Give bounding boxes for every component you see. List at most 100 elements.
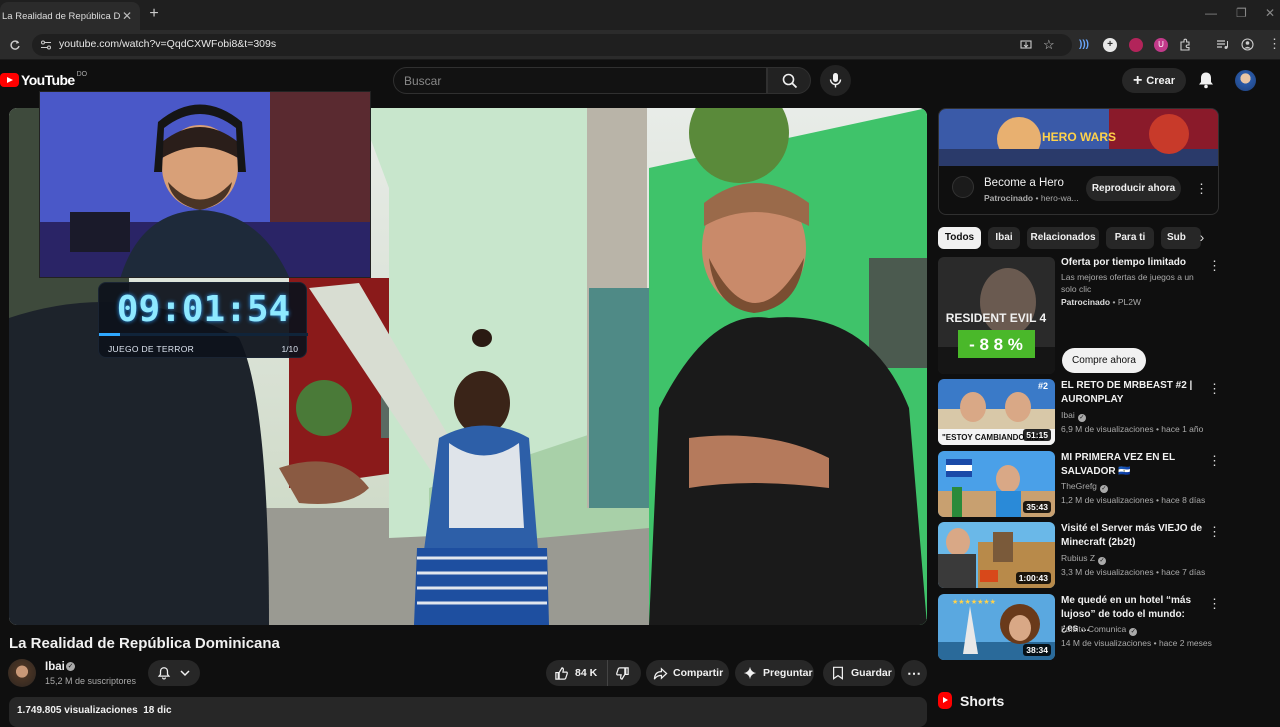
promo-sponsored-label: Patrocinado [1061,297,1111,307]
share-icon [653,666,668,680]
verified-icon: ✓ [66,662,75,671]
verified-icon: ✓ [1099,485,1108,493]
extensions-puzzle-icon[interactable] [1179,38,1192,51]
video-thumbnail[interactable]: ★★★★★★★ 38:34 [938,594,1055,660]
video-title-1[interactable]: EL RETO DE MRBEAST #2 | AURONPLAY [1061,379,1204,407]
like-count: 84 K [575,667,598,679]
browser-tab-bar: La Realidad de República Domi ✕ + — ❐ ✕ [0,0,1280,30]
minimize-icon[interactable]: — [1205,6,1217,20]
subscription-notifications-button[interactable] [148,660,200,686]
video-meta-3: 3,3 M de visualizaciones • hace 7 días [1061,567,1206,577]
video-channel-name[interactable]: TheGrefg [1061,481,1097,491]
bookmark-icon [833,666,843,680]
verified-icon: ✓ [1129,628,1138,636]
dislike-button[interactable] [608,660,630,686]
video-thumbnail[interactable]: 35:43 [938,451,1055,517]
search-input[interactable]: Buscar [393,67,767,94]
like-dislike-group: 84 K [546,660,641,686]
url-field[interactable]: youtube.com/watch?v=QqdCXWFobi8&t=309s ☆ [32,34,1072,56]
description-box[interactable]: 1.749.805 visualizaciones 18 dic [9,697,927,727]
video-menu-icon[interactable]: ⋮ [1208,382,1221,395]
extension-shield-icon[interactable]: U [1154,38,1168,52]
channel-name[interactable]: Ibai [45,661,65,673]
account-avatar[interactable] [1235,70,1256,91]
webcam-overlay [39,91,371,278]
promo-thumbnail[interactable]: RESIDENT EVIL 4 - 8 8 % [938,257,1055,374]
video-thumb-badge: #2 [1038,381,1048,391]
ad-card[interactable]: HERO WARS Become a Hero Patrocinado • he… [938,108,1219,215]
stars-decoration: ★★★★★★★ [952,598,996,606]
bookmark-star-icon[interactable]: ☆ [1043,37,1055,53]
search-button[interactable] [767,67,811,94]
subscriber-count: 15,2 M de suscriptores [45,676,137,686]
video-duration: 35:43 [1023,501,1051,513]
video-meta-1: 6,9 M de visualizaciones • hace 1 año [1061,424,1204,434]
promo-title[interactable]: Oferta por tiempo limitado [1061,256,1204,270]
video-channel-name[interactable]: Luisito Comunica [1061,624,1126,634]
tab-title: La Realidad de República Domi [2,10,120,22]
extension-plus-icon[interactable]: + [1103,38,1117,52]
promo-menu-icon[interactable]: ⋮ [1208,259,1221,272]
video-channel-name[interactable]: Rubius Z [1061,553,1095,563]
ad-sponsored-label: Patrocinado [984,193,1034,203]
promo-cta-button[interactable]: Compre ahora [1062,348,1146,373]
chip-ibai[interactable]: Ibai [988,227,1020,249]
video-duration: 51:15 [1023,429,1051,441]
save-button[interactable]: Guardar [823,660,895,686]
create-button[interactable]: + Crear [1122,68,1186,93]
profile-icon[interactable] [1241,38,1254,51]
chip-all[interactable]: Todos [938,227,981,249]
video-title-2[interactable]: MI PRIMERA VEZ EN EL SALVADOR 🇸🇻 [1061,451,1204,479]
video-channel-1: Ibai ✓ [1061,410,1086,422]
promo-description: Las mejores ofertas de juegos a un solo … [1061,272,1194,294]
voice-search-button[interactable] [820,65,851,96]
bell-icon [157,667,171,680]
ad-cta-button[interactable]: Reproducir ahora [1086,176,1181,201]
browser-tab[interactable]: La Realidad de República Domi ✕ [0,2,140,30]
video-meta-2: 1,2 M de visualizaciones • hace 8 días [1061,495,1206,505]
video-thumbnail[interactable]: "ESTOY CAMBIANDO MUC #2 51:15 [938,379,1055,445]
extension-red-icon[interactable] [1129,38,1143,52]
install-app-icon[interactable] [1020,39,1032,51]
site-info-icon[interactable] [40,39,52,51]
timer-progress-bar [99,333,308,336]
like-button[interactable]: 84 K [546,660,608,686]
ad-title: Become a Hero [984,177,1064,189]
video-thumbnail[interactable]: 1:00:43 [938,522,1055,588]
maximize-icon[interactable]: ❐ [1236,6,1247,20]
youtube-play-icon [0,73,19,87]
chip-for-you[interactable]: Para ti [1106,227,1154,249]
video-menu-icon[interactable]: ⋮ [1208,525,1221,538]
advertiser-icon [952,176,974,198]
timer-digits: 09:01:54 [116,289,291,330]
share-label: Compartir [673,667,724,679]
promo-advertiser: PL2W [1117,297,1141,307]
chip-related[interactable]: Relacionados [1027,227,1099,249]
notifications-bell-icon[interactable] [1196,70,1216,90]
reload-icon[interactable] [9,39,21,51]
video-menu-icon[interactable]: ⋮ [1208,454,1221,467]
video-title-3[interactable]: Visité el Server más VIEJO de Minecraft … [1061,522,1204,550]
share-button[interactable]: Compartir [646,660,729,686]
shorts-header[interactable]: Shorts [938,692,1004,709]
promo-discount: - 8 8 % [969,335,1023,354]
more-actions-button[interactable]: ⋯ [901,660,927,686]
chevron-right-icon[interactable]: › [1194,229,1210,247]
close-window-icon[interactable]: ✕ [1265,6,1275,20]
tab-close-icon[interactable]: ✕ [120,9,134,23]
ad-menu-icon[interactable]: ⋮ [1195,182,1208,195]
extension-sound-icon[interactable]: ))) [1077,38,1091,52]
youtube-logo[interactable]: YouTube DO [0,71,87,88]
channel-avatar[interactable] [8,659,36,687]
video-duration: 38:34 [1023,644,1051,656]
video-meta-4: 14 M de visualizaciones • hace 2 meses [1061,638,1212,648]
verified-icon: ✓ [1098,557,1107,565]
video-menu-icon[interactable]: ⋮ [1208,597,1221,610]
media-control-icon[interactable] [1216,38,1229,51]
ask-button[interactable]: Preguntar [735,660,814,686]
browser-menu-icon[interactable]: ⋮ [1268,37,1280,50]
video-channel-name[interactable]: Ibai [1061,410,1075,420]
timer-progress-fill [99,333,120,336]
new-tab-button[interactable]: + [146,5,162,23]
sparkle-icon [743,666,757,680]
